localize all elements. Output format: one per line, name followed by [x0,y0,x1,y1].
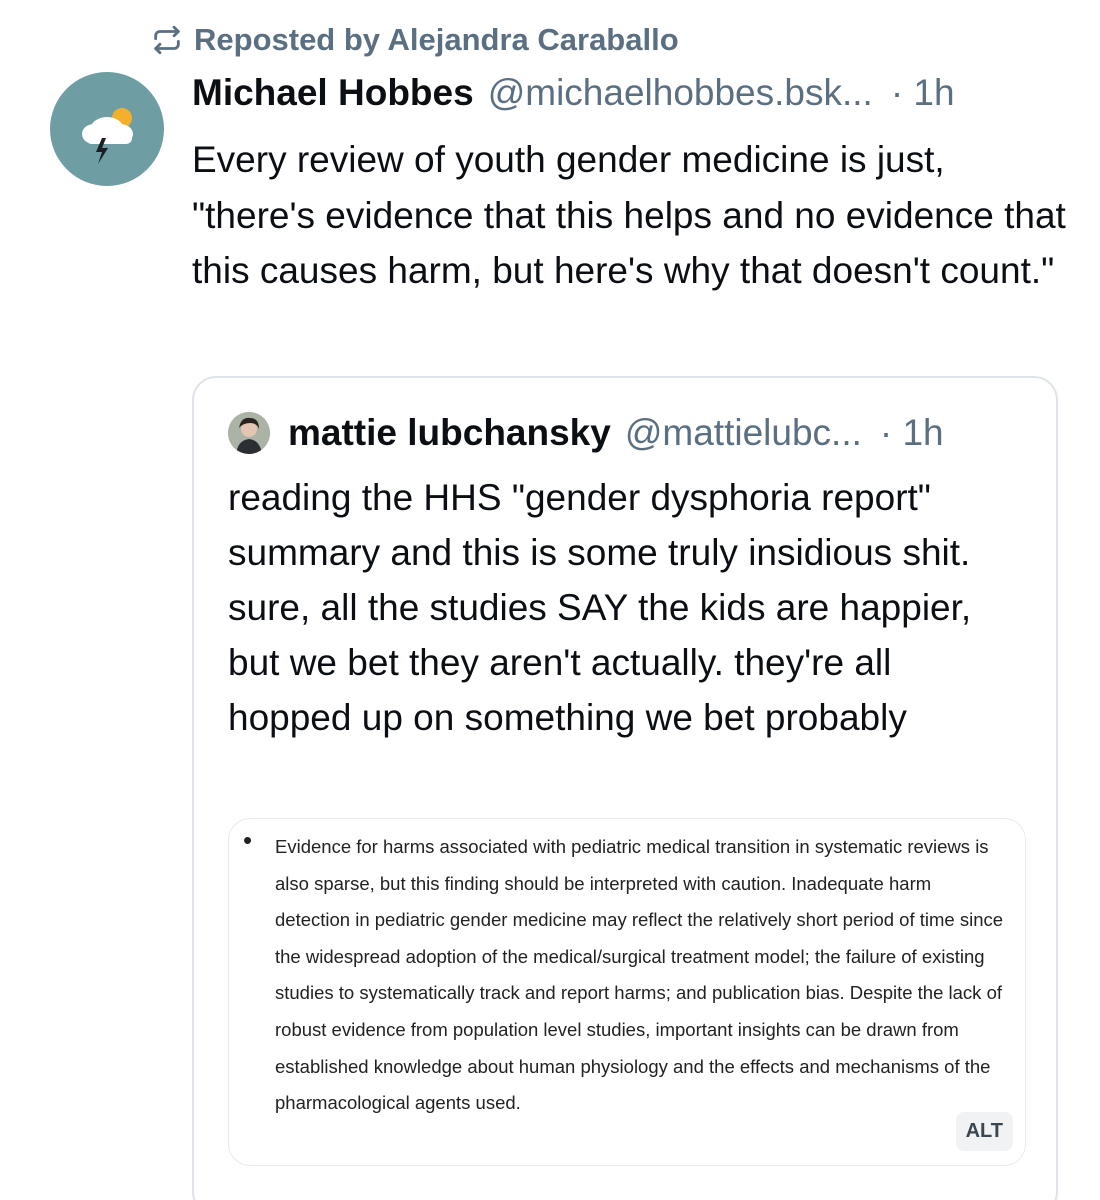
alt-text-badge[interactable]: ALT [955,1112,1013,1151]
post-body: Every review of youth gender medicine is… [192,139,1066,291]
quote-header: mattie lubchansky @mattielubc... · 1h [228,412,944,454]
author-avatar[interactable] [50,72,164,186]
repost-indicator[interactable]: Reposted by Alejandra Caraballo [150,22,679,58]
author-display-name[interactable]: Michael Hobbes [192,72,474,114]
author-handle[interactable]: @michaelhobbes.bsk... [488,72,873,114]
image-bullet: • [243,825,253,855]
quote-body: reading the HHS "gender dysphoria report… [228,477,972,738]
storm-cloud-icon [82,108,133,164]
repost-icon [150,23,184,57]
post-thread: Reposted by Alejandra Caraballo Michael … [0,0,1100,1200]
quote-author-handle[interactable]: @mattielubc... [625,412,862,454]
quote-author-display-name[interactable]: mattie lubchansky [288,412,611,454]
quote-embedded-image[interactable]: • Evidence for harms associated with ped… [228,818,1026,1166]
quote-post-card[interactable]: mattie lubchansky @mattielubc... · 1h re… [192,376,1058,1200]
quote-author-avatar[interactable] [228,412,270,454]
repost-label: Reposted by Alejandra Caraballo [194,22,679,57]
post-timestamp[interactable]: · 1h [891,72,955,114]
image-text: Evidence for harms associated with pedia… [275,836,1004,1114]
quote-timestamp[interactable]: · 1h [880,412,944,454]
post-header: Michael Hobbes @michaelhobbes.bsk... · 1… [192,72,1062,114]
